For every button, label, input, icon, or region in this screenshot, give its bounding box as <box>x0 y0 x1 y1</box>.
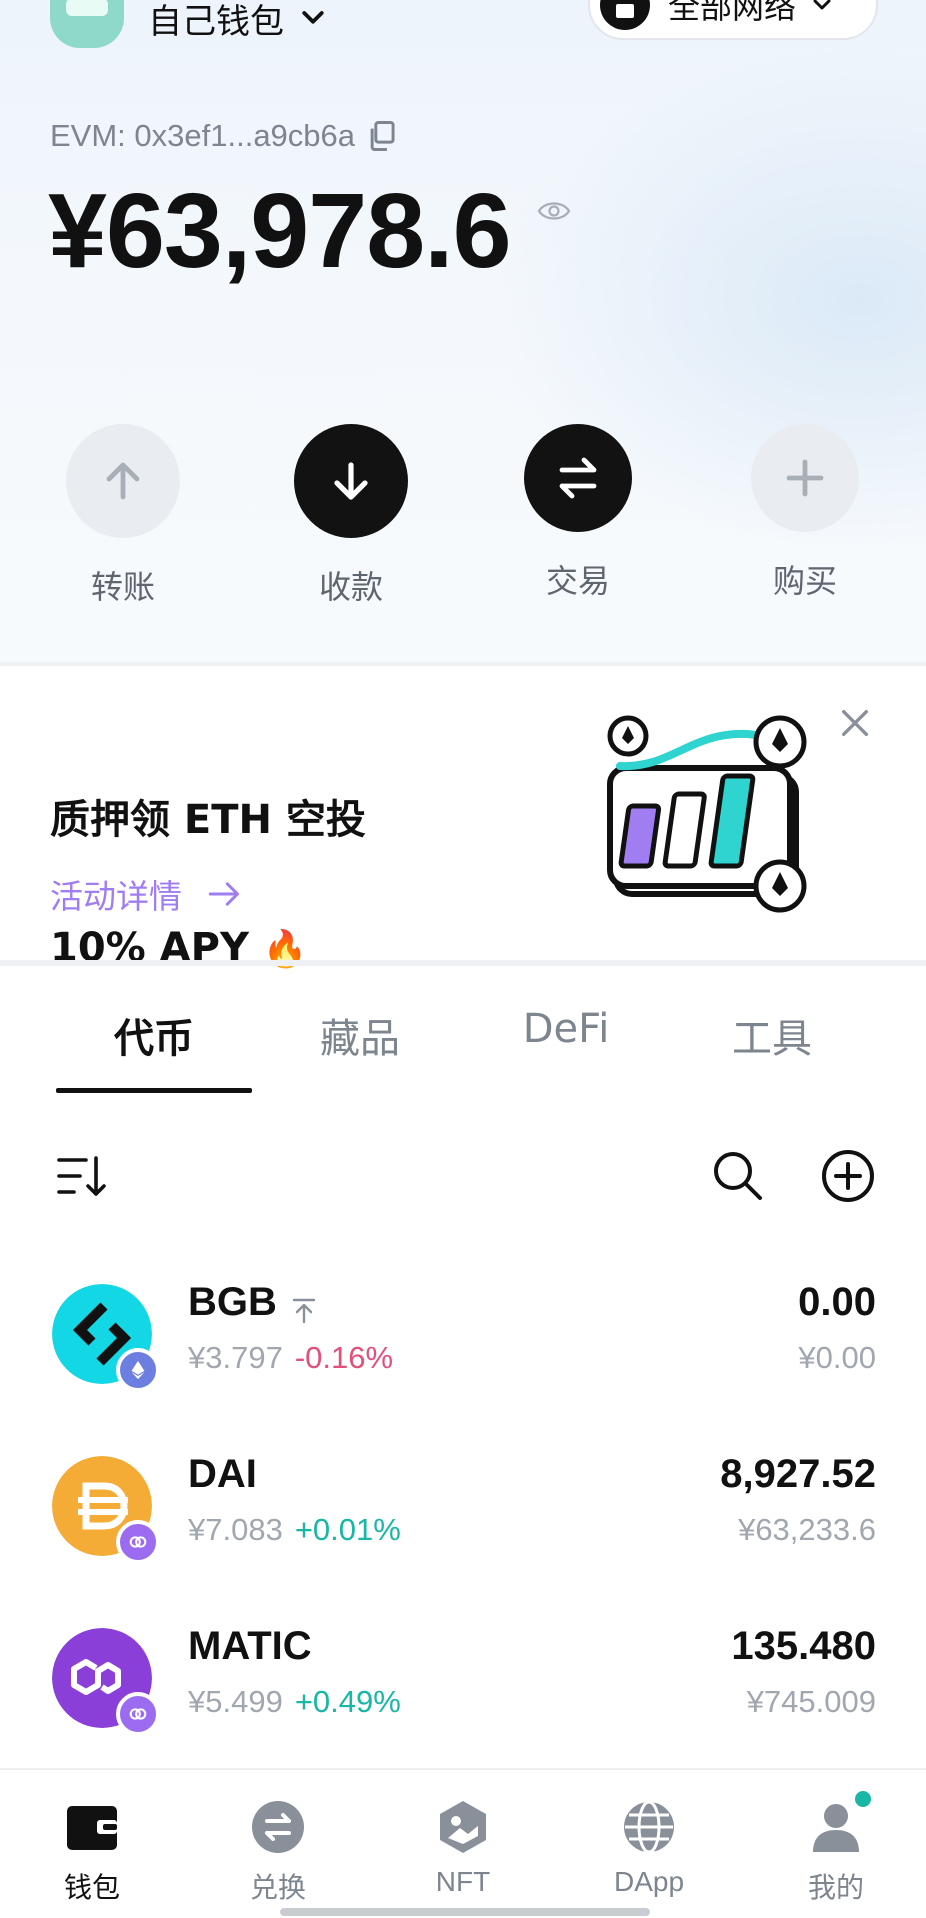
buy-label: 购买 <box>772 562 837 600</box>
token-price-row: ¥5.499 +0.49% <box>188 1684 401 1720</box>
token-amount: 135.480 <box>731 1624 876 1668</box>
chevron-down-icon <box>813 0 831 10</box>
nav-dapp[interactable]: DApp <box>579 1798 719 1898</box>
network-selector[interactable]: 全部网络 <box>588 0 878 40</box>
close-icon[interactable] <box>838 706 872 740</box>
token-value: ¥0.00 <box>798 1340 876 1375</box>
token-change: +0.01% <box>294 1512 401 1547</box>
banner-title-line1: 质押领 ETH 空投 <box>50 797 366 843</box>
nav-exchange[interactable]: 兑换 <box>208 1798 348 1906</box>
nav-label: NFT <box>435 1866 491 1897</box>
staking-illustration <box>607 715 807 913</box>
nav-nft[interactable]: NFT <box>393 1798 533 1898</box>
send-label: 转账 <box>90 568 155 606</box>
nav-wallet[interactable]: 钱包 <box>22 1798 162 1906</box>
banner-details-link[interactable]: 活动详情 <box>50 870 242 918</box>
nav-label: 我的 <box>807 1872 864 1903</box>
nav-profile[interactable]: 我的 <box>766 1798 906 1906</box>
token-change: -0.16% <box>294 1340 394 1375</box>
token-price: ¥3.797 <box>188 1340 283 1375</box>
token-row-dai[interactable]: DAI ¥7.083 +0.01% 8,927.52 ¥63,233.6 <box>0 1448 926 1578</box>
token-price: ¥7.083 <box>188 1512 283 1547</box>
plus-icon <box>786 459 824 497</box>
wallet-name: 自己钱包 <box>148 1 284 42</box>
polygon-chain-icon <box>116 1520 160 1564</box>
trade-button[interactable]: 交易 <box>488 424 668 602</box>
token-row-bgb[interactable]: BGB ¥3.797 -0.16% 0.00 ¥0.00 <box>0 1276 926 1406</box>
wallet-screen: 自己钱包 全部网络 EVM: 0x3ef1...a9cb6a ¥63,978.6 <box>0 0 926 1918</box>
token-value: ¥63,233.6 <box>738 1512 876 1547</box>
token-symbol: BGB <box>188 1280 277 1324</box>
token-symbol: MATIC <box>188 1624 312 1668</box>
total-balance: ¥63,978.6 <box>48 172 512 290</box>
tab-collectibles[interactable]: 藏品 <box>260 1006 460 1064</box>
tab-defi[interactable]: DeFi <box>466 1006 666 1052</box>
address-row: EVM: 0x3ef1...a9cb6a <box>50 118 397 154</box>
pin-top-icon <box>292 1298 316 1324</box>
trade-circle <box>524 424 632 532</box>
token-row-matic[interactable]: MATIC ¥5.499 +0.49% 135.480 ¥745.009 <box>0 1620 926 1750</box>
copy-icon[interactable] <box>367 120 397 152</box>
send-button[interactable]: 转账 <box>33 424 213 608</box>
token-value: ¥745.009 <box>746 1684 876 1719</box>
notification-dot <box>852 1788 874 1810</box>
network-icon <box>600 0 650 30</box>
send-circle <box>66 424 180 538</box>
ethereum-chain-icon <box>116 1348 160 1392</box>
network-label: 全部网络 <box>668 0 797 26</box>
tab-tokens[interactable]: 代币 <box>54 1006 254 1064</box>
trade-label: 交易 <box>545 562 610 600</box>
bottom-nav: 钱包 兑换 NFT DApp 我的 <box>0 1768 926 1918</box>
token-price: ¥5.499 <box>188 1684 283 1719</box>
wallet-switcher[interactable]: 自己钱包 <box>50 0 328 58</box>
chevron-down-icon <box>302 11 324 24</box>
polygon-chain-icon <box>116 1692 160 1736</box>
wallet-avatar <box>50 0 124 48</box>
receive-label: 收款 <box>318 568 383 606</box>
nav-label: 钱包 <box>63 1872 120 1903</box>
asset-tabs: 代币 藏品 DeFi 工具 <box>0 966 926 1098</box>
token-symbol: DAI <box>188 1452 257 1496</box>
balance-header: 自己钱包 全部网络 EVM: 0x3ef1...a9cb6a ¥63,978.6 <box>0 0 926 662</box>
nft-icon <box>440 1801 486 1853</box>
balance-row: ¥63,978.6 <box>48 178 571 284</box>
token-change: +0.49% <box>294 1684 401 1719</box>
arrow-right-icon <box>208 882 239 906</box>
active-tab-indicator <box>56 1088 252 1093</box>
tab-tools[interactable]: 工具 <box>672 1006 872 1064</box>
token-price-row: ¥3.797 -0.16% <box>188 1340 393 1376</box>
buy-button[interactable]: 购买 <box>715 424 895 602</box>
nav-label: 兑换 <box>249 1872 306 1903</box>
arrow-up-icon <box>106 462 140 500</box>
globe-icon <box>624 1800 674 1854</box>
nav-label: DApp <box>613 1866 685 1897</box>
exchange-icon <box>252 1801 304 1853</box>
token-toolbar <box>0 1140 926 1220</box>
receive-circle <box>294 424 408 538</box>
add-token-icon[interactable] <box>820 1148 876 1204</box>
promo-banner[interactable]: 质押领 ETH 空投 10% APY 🔥 活动详情 <box>0 666 926 971</box>
home-indicator <box>280 1908 650 1916</box>
token-amount: 0.00 <box>798 1280 876 1324</box>
banner-link-label: 活动详情 <box>50 877 182 916</box>
eye-icon[interactable] <box>537 198 571 224</box>
token-price-row: ¥7.083 +0.01% <box>188 1512 401 1548</box>
sort-icon[interactable] <box>56 1152 108 1200</box>
buy-circle <box>751 424 859 532</box>
receive-button[interactable]: 收款 <box>261 424 441 608</box>
swap-icon <box>559 457 597 499</box>
token-amount: 8,927.52 <box>720 1452 876 1496</box>
wallet-address: EVM: 0x3ef1...a9cb6a <box>50 118 356 153</box>
search-icon[interactable] <box>710 1148 764 1202</box>
wallet-icon <box>67 1806 117 1850</box>
arrow-down-icon <box>334 462 368 500</box>
